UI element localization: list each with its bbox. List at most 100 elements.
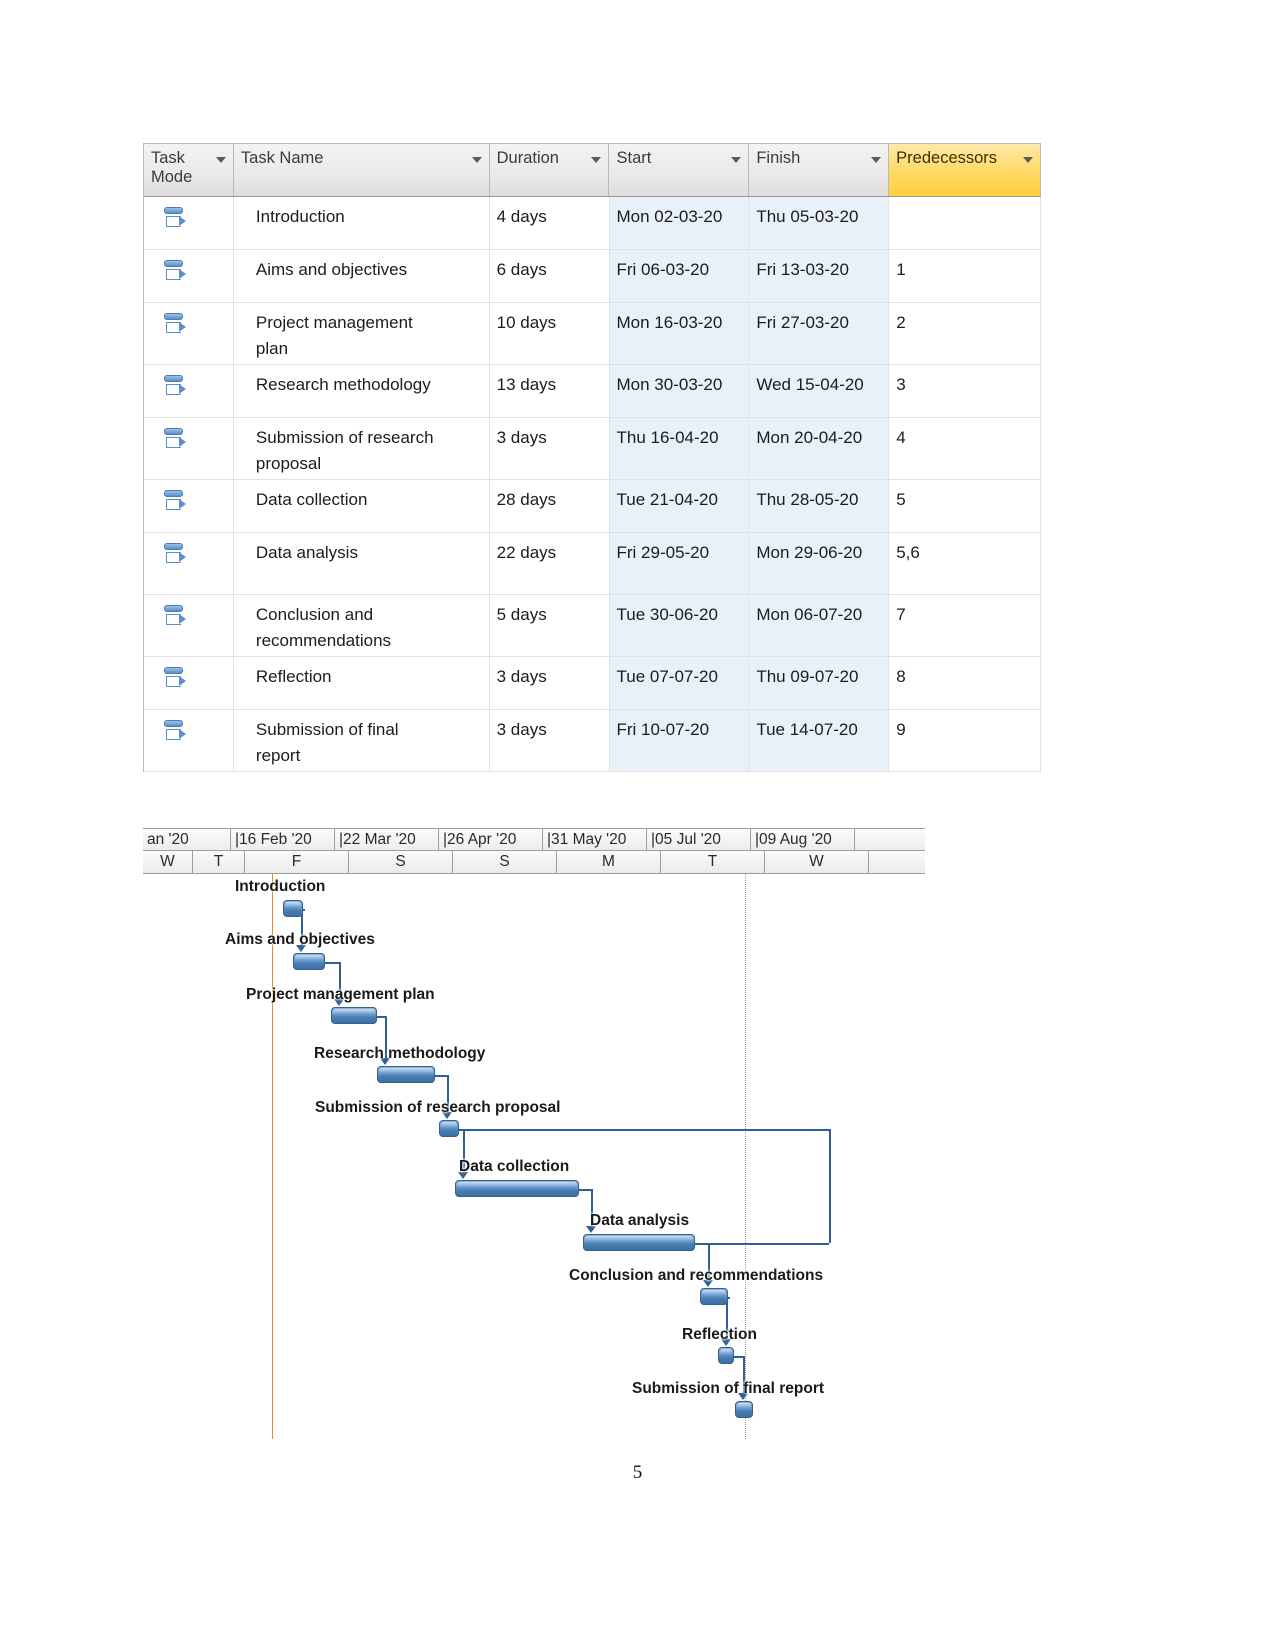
gantt-bar[interactable]	[718, 1347, 734, 1364]
auto-schedule-icon	[163, 542, 189, 568]
cell-task-name[interactable]: Aims and objectives	[234, 250, 490, 302]
gantt-bar[interactable]	[439, 1120, 459, 1137]
cell-duration[interactable]: 3 days	[490, 657, 610, 709]
cell-finish[interactable]: Thu 28-05-20	[749, 480, 890, 532]
cell-task-name[interactable]: Introduction	[234, 197, 490, 249]
cell-task-name[interactable]: Submission of final report	[234, 710, 490, 771]
cell-task-name[interactable]: Submission of research proposal	[234, 418, 490, 479]
cell-predecessors[interactable]: 8	[889, 657, 1042, 709]
cell-predecessors[interactable]: 4	[889, 418, 1042, 479]
cell-duration[interactable]: 3 days	[490, 710, 610, 771]
cell-task-mode[interactable]	[144, 595, 234, 656]
cell-predecessors[interactable]: 3	[889, 365, 1042, 417]
cell-start[interactable]: Fri 06-03-20	[609, 250, 750, 302]
cell-finish[interactable]: Wed 15-04-20	[749, 365, 890, 417]
gantt-bar[interactable]	[331, 1007, 377, 1024]
column-header-duration[interactable]: Duration	[490, 144, 610, 196]
table-row[interactable]: Data analysis 22 days Fri 29-05-20 Mon 29-0…	[144, 533, 1042, 595]
table-row[interactable]: Aims and objectives 6 days Fri 06-03-20 Fri…	[144, 250, 1042, 303]
cell-task-mode[interactable]	[144, 657, 234, 709]
cell-task-name[interactable]: Data collection	[234, 480, 490, 532]
auto-schedule-icon	[163, 206, 189, 232]
chevron-down-icon[interactable]	[731, 157, 742, 163]
timeline-month-cell: |26 Apr '20	[439, 829, 543, 850]
cell-finish[interactable]: Mon 06-07-20	[749, 595, 890, 656]
cell-duration[interactable]: 5 days	[490, 595, 610, 656]
cell-predecessors[interactable]: 7	[889, 595, 1042, 656]
cell-start[interactable]: Fri 29-05-20	[609, 533, 750, 594]
column-header-predecessors[interactable]: Predecessors	[889, 144, 1041, 196]
table-row[interactable]: Introduction 4 days Mon 02-03-20 Thu 05-03-…	[144, 197, 1042, 250]
cell-finish[interactable]: Tue 14-07-20	[749, 710, 890, 771]
gantt-bar[interactable]	[700, 1288, 728, 1305]
cell-start[interactable]: Fri 10-07-20	[609, 710, 750, 771]
cell-duration[interactable]: 13 days	[490, 365, 610, 417]
gantt-bar[interactable]	[583, 1234, 695, 1251]
gantt-bar[interactable]	[455, 1180, 579, 1197]
cell-predecessors[interactable]	[889, 197, 1042, 249]
cell-finish[interactable]: Thu 05-03-20	[749, 197, 890, 249]
cell-finish[interactable]: Fri 27-03-20	[749, 303, 890, 364]
gantt-bar-label: Introduction	[235, 878, 326, 895]
cell-task-mode[interactable]	[144, 710, 234, 771]
column-header-start[interactable]: Start	[609, 144, 750, 196]
cell-duration[interactable]: 10 days	[490, 303, 610, 364]
cell-task-mode[interactable]	[144, 365, 234, 417]
cell-duration[interactable]: 28 days	[490, 480, 610, 532]
cell-start[interactable]: Mon 16-03-20	[609, 303, 750, 364]
table-body: Introduction 4 days Mon 02-03-20 Thu 05-03-…	[144, 197, 1042, 772]
cell-finish[interactable]: Thu 09-07-20	[749, 657, 890, 709]
cell-task-mode[interactable]	[144, 250, 234, 302]
gantt-bar[interactable]	[283, 900, 303, 917]
cell-task-name[interactable]: Research methodology	[234, 365, 490, 417]
chevron-down-icon[interactable]	[871, 157, 882, 163]
cell-task-mode[interactable]	[144, 418, 234, 479]
cell-predecessors[interactable]: 9	[889, 710, 1042, 771]
cell-start[interactable]: Mon 02-03-20	[609, 197, 750, 249]
cell-task-mode[interactable]	[144, 197, 234, 249]
cell-finish[interactable]: Mon 20-04-20	[749, 418, 890, 479]
chevron-down-icon[interactable]	[591, 157, 602, 163]
cell-finish[interactable]: Mon 29-06-20	[749, 533, 890, 594]
gantt-bar[interactable]	[377, 1066, 435, 1083]
gantt-bar[interactable]	[293, 953, 325, 970]
cell-task-name[interactable]: Conclusion and recommendations	[234, 595, 490, 656]
chevron-down-icon[interactable]	[215, 157, 226, 163]
cell-start[interactable]: Tue 07-07-20	[609, 657, 750, 709]
cell-start[interactable]: Mon 30-03-20	[609, 365, 750, 417]
cell-start[interactable]: Tue 30-06-20	[609, 595, 750, 656]
cell-predecessors[interactable]: 5	[889, 480, 1042, 532]
gantt-bar[interactable]	[735, 1401, 753, 1418]
table-row[interactable]: Reflection 3 days Tue 07-07-20 Thu 09-07-20…	[144, 657, 1042, 710]
cell-predecessors[interactable]: 2	[889, 303, 1042, 364]
cell-task-mode[interactable]	[144, 303, 234, 364]
cell-duration[interactable]: 4 days	[490, 197, 610, 249]
column-header-task-mode[interactable]: Task Mode	[144, 144, 234, 196]
cell-duration[interactable]: 3 days	[490, 418, 610, 479]
cell-start[interactable]: Tue 21-04-20	[609, 480, 750, 532]
column-header-start-label: Start	[616, 149, 652, 167]
column-header-task-name[interactable]: Task Name	[234, 144, 490, 196]
cell-start[interactable]: Thu 16-04-20	[609, 418, 750, 479]
table-row[interactable]: Conclusion and recommendations 5 days Tue …	[144, 595, 1042, 657]
chevron-down-icon[interactable]	[1023, 157, 1033, 163]
cell-predecessors[interactable]: 1	[889, 250, 1042, 302]
cell-duration[interactable]: 6 days	[490, 250, 610, 302]
gantt-bar-label: Submission of final report	[632, 1380, 825, 1397]
cell-duration[interactable]: 22 days	[490, 533, 610, 594]
cell-predecessors[interactable]: 5,6	[889, 533, 1042, 594]
table-row[interactable]: Submission of research proposal 3 days Thu…	[144, 418, 1042, 480]
chevron-down-icon[interactable]	[471, 157, 482, 163]
cell-task-mode[interactable]	[144, 480, 234, 532]
cell-task-mode[interactable]	[144, 533, 234, 594]
table-row[interactable]: Data collection 28 days Tue 21-04-20 Thu 28…	[144, 480, 1042, 533]
table-row[interactable]: Project management plan 10 days Mon 16-03-…	[144, 303, 1042, 365]
column-header-finish[interactable]: Finish	[749, 144, 890, 196]
cell-task-name[interactable]: Project management plan	[234, 303, 490, 364]
cell-task-name[interactable]: Reflection	[234, 657, 490, 709]
cell-task-name[interactable]: Data analysis	[234, 533, 490, 594]
cell-finish[interactable]: Fri 13-03-20	[749, 250, 890, 302]
table-row[interactable]: Submission of final report 3 days Fri 10-0…	[144, 710, 1042, 772]
gantt-link	[325, 962, 339, 964]
table-row[interactable]: Research methodology 13 days Mon 30-03-20 W…	[144, 365, 1042, 418]
